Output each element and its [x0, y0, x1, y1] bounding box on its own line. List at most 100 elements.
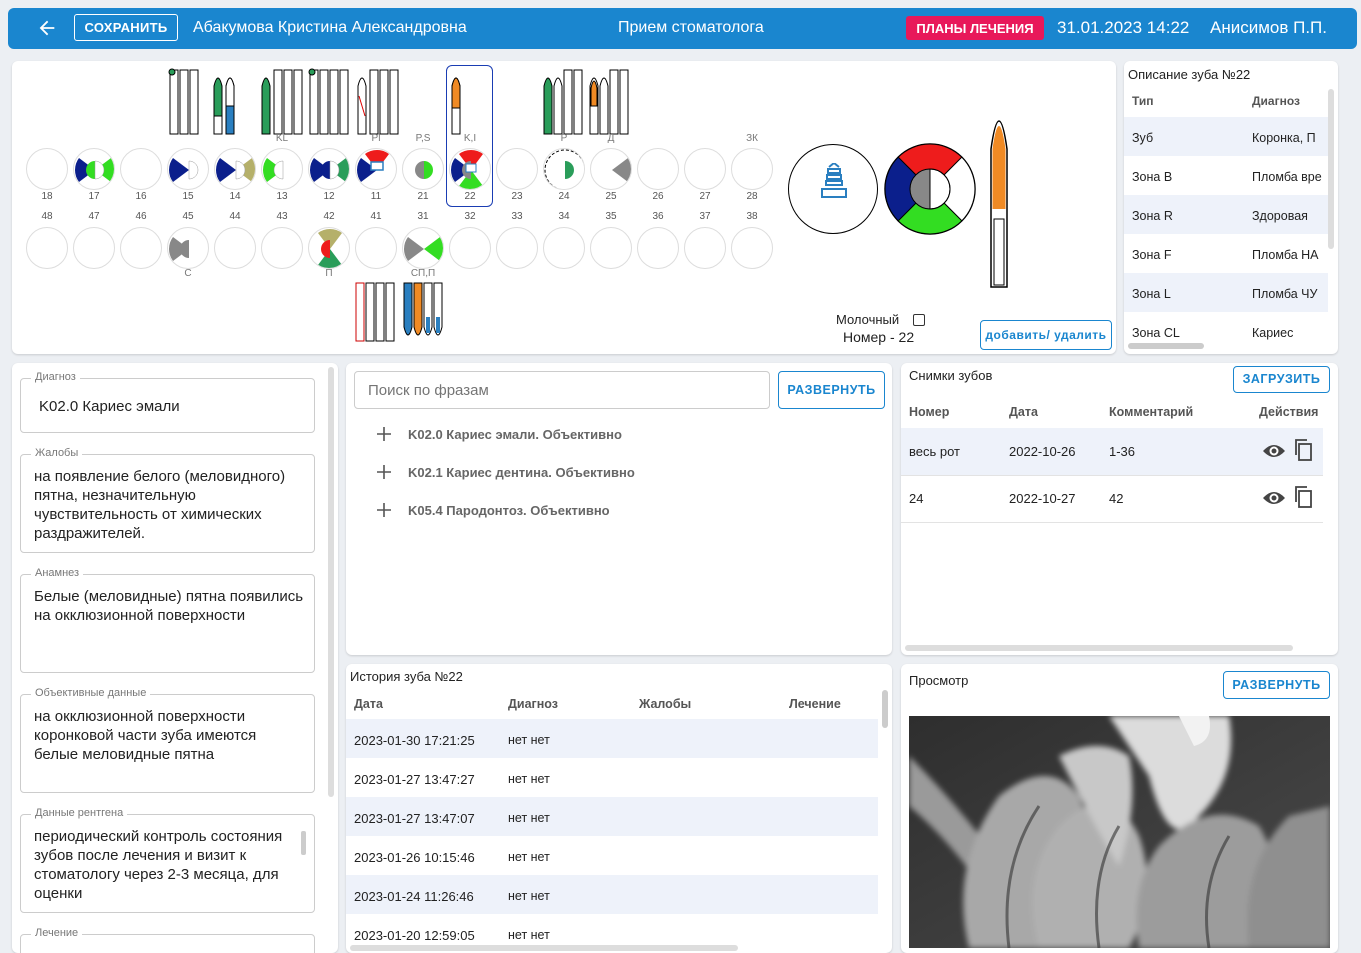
- tooth-14[interactable]: [214, 148, 256, 190]
- tooth-32[interactable]: [449, 227, 491, 269]
- tooth-16[interactable]: [120, 148, 162, 190]
- history-date[interactable]: 2023-01-30 17:21:25: [354, 733, 475, 748]
- desc-diagnosis[interactable]: Здоровая: [1252, 209, 1324, 223]
- desc-diagnosis[interactable]: Пломба ЧУ: [1252, 287, 1324, 301]
- tooth-37[interactable]: [684, 227, 726, 269]
- history-date[interactable]: 2023-01-24 11:26:46: [354, 889, 474, 904]
- tooth-47[interactable]: [73, 227, 115, 269]
- horizontal-scrollbar[interactable]: [905, 645, 1293, 651]
- xray-scrollbar[interactable]: [301, 831, 306, 855]
- plus-icon[interactable]: [376, 502, 392, 518]
- tooth-22[interactable]: [449, 148, 491, 190]
- tooth-33[interactable]: [496, 227, 538, 269]
- tooth-number: 38: [746, 211, 758, 222]
- tooth-31[interactable]: [402, 227, 444, 269]
- tooth-number: 17: [88, 191, 100, 202]
- desc-type[interactable]: Зона F: [1132, 248, 1171, 262]
- plus-icon[interactable]: [376, 464, 392, 480]
- complaints-field[interactable]: Жалобы на появление белого (меловидного)…: [20, 447, 315, 553]
- desc-type[interactable]: Зуб: [1132, 131, 1153, 145]
- history-diagnosis[interactable]: нет нет: [508, 733, 550, 747]
- xray-field[interactable]: Данные рентгена периодический контроль с…: [20, 807, 315, 913]
- history-date[interactable]: 2023-01-20 12:59:05: [354, 928, 475, 943]
- back-arrow-icon[interactable]: [36, 17, 58, 39]
- phrase-item[interactable]: K02.0 Кариес эмали. Объективно: [408, 427, 622, 442]
- eye-icon[interactable]: [1262, 488, 1286, 508]
- eye-icon[interactable]: [1262, 441, 1286, 461]
- image-preview-panel: Просмотр РАЗВЕРНУТЬ: [901, 664, 1338, 953]
- tooth-35[interactable]: [590, 227, 632, 269]
- copy-icon[interactable]: [1293, 485, 1313, 509]
- history-date[interactable]: 2023-01-26 10:15:46: [354, 850, 475, 865]
- tooth-18[interactable]: [26, 148, 68, 190]
- tooth-38[interactable]: [731, 227, 773, 269]
- tooth-43[interactable]: [261, 227, 303, 269]
- tooth-28[interactable]: [731, 148, 773, 190]
- history-date[interactable]: 2023-01-27 13:47:07: [354, 811, 475, 826]
- milk-tooth-checkbox[interactable]: [913, 314, 925, 326]
- tooth-12[interactable]: [308, 148, 350, 190]
- desc-diagnosis[interactable]: Пломба вре: [1252, 170, 1324, 184]
- tooth-42[interactable]: [308, 227, 350, 269]
- xray-value: периодический контроль состояния зубов п…: [34, 828, 283, 902]
- tooth-15[interactable]: [167, 148, 209, 190]
- desc-diagnosis[interactable]: Кариес: [1252, 326, 1324, 340]
- diagnosis-field[interactable]: Диагноз K02.0 Кариес эмали: [20, 371, 315, 433]
- tooth-21[interactable]: [402, 148, 444, 190]
- history-diagnosis[interactable]: нет нет: [508, 772, 550, 786]
- anamnesis-field[interactable]: Анамнез Белые (меловидные) пятна появили…: [20, 567, 315, 673]
- tooth-36[interactable]: [637, 227, 679, 269]
- history-diagnosis[interactable]: нет нет: [508, 889, 550, 903]
- history-date[interactable]: 2023-01-27 13:47:27: [354, 772, 475, 787]
- tooth-23[interactable]: [496, 148, 538, 190]
- phrase-item[interactable]: K02.1 Кариес дентина. Объективно: [408, 465, 635, 480]
- history-diagnosis[interactable]: нет нет: [508, 811, 550, 825]
- vertical-scrollbar[interactable]: [1328, 89, 1334, 249]
- tooth-label: K,I: [463, 133, 477, 144]
- expand-preview-button[interactable]: РАЗВЕРНУТЬ: [1223, 671, 1330, 699]
- treatment-field[interactable]: Лечение: [20, 927, 315, 953]
- desc-diagnosis[interactable]: Коронка, П: [1252, 131, 1324, 145]
- expand-search-button[interactable]: РАЗВЕРНУТЬ: [778, 371, 885, 409]
- phrase-item[interactable]: K05.4 Пародонтоз. Объективно: [408, 503, 610, 518]
- tooth-number: 13: [276, 191, 288, 202]
- tooth-label: П: [325, 268, 333, 279]
- tooth-11[interactable]: [355, 148, 397, 190]
- vertical-scrollbar[interactable]: [328, 367, 334, 797]
- tooth-44[interactable]: [214, 227, 256, 269]
- tooth-24[interactable]: [543, 148, 585, 190]
- history-diagnosis[interactable]: нет нет: [508, 850, 550, 864]
- vertical-scrollbar[interactable]: [882, 690, 888, 728]
- upload-button[interactable]: ЗАГРУЗИТЬ: [1233, 366, 1330, 393]
- tooth-45[interactable]: [167, 227, 209, 269]
- save-button[interactable]: СОХРАНИТЬ: [74, 14, 178, 41]
- desc-type[interactable]: Зона R: [1132, 209, 1173, 223]
- tooth-25[interactable]: [590, 148, 632, 190]
- col-treatment: Лечение: [789, 697, 841, 711]
- desc-type[interactable]: Зона CL: [1132, 326, 1180, 340]
- col-comment: Комментарий: [1109, 405, 1194, 419]
- tooth-13[interactable]: [261, 148, 303, 190]
- add-remove-button[interactable]: добавить/ удалить: [980, 320, 1112, 350]
- tooth-description-title: Описание зуба №22: [1128, 67, 1251, 82]
- tooth-17[interactable]: [73, 148, 115, 190]
- copy-icon[interactable]: [1293, 438, 1313, 462]
- desc-type[interactable]: Зона L: [1132, 287, 1171, 301]
- tooth-number: 45: [182, 211, 194, 222]
- desc-diagnosis[interactable]: Пломба НА: [1252, 248, 1324, 262]
- horizontal-scrollbar[interactable]: [1128, 343, 1204, 349]
- phrase-search-input[interactable]: [354, 371, 770, 409]
- tooth-27[interactable]: [684, 148, 726, 190]
- tooth-41[interactable]: [355, 227, 397, 269]
- tooth-48[interactable]: [26, 227, 68, 269]
- tooth-34[interactable]: [543, 227, 585, 269]
- treatment-plans-button[interactable]: ПЛАНЫ ЛЕЧЕНИЯ: [906, 16, 1044, 40]
- history-diagnosis[interactable]: нет нет: [508, 928, 550, 942]
- plus-icon[interactable]: [376, 426, 392, 442]
- horizontal-scrollbar[interactable]: [350, 945, 738, 951]
- tooth-26[interactable]: [637, 148, 679, 190]
- tooth-46[interactable]: [120, 227, 162, 269]
- desc-type[interactable]: Зона B: [1132, 170, 1172, 184]
- anamnesis-value: Белые (меловидные) пятна появились на ок…: [34, 588, 304, 624]
- objective-field[interactable]: Объективные данные на окклюзионной повер…: [20, 687, 315, 793]
